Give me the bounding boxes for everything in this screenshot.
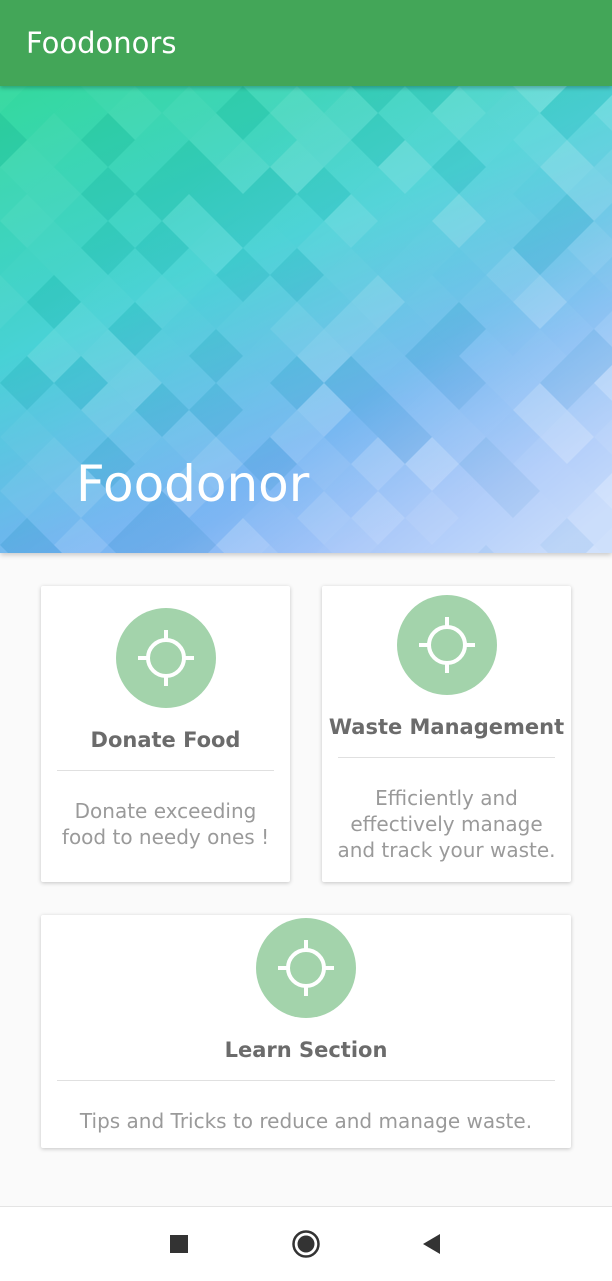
gps-target-icon: [397, 595, 497, 695]
gps-target-icon: [116, 608, 216, 708]
donate-food-description: Donate exceeding food to needy ones !: [61, 799, 270, 849]
donate-food-title: Donate Food: [90, 728, 241, 752]
learn-section-title: Learn Section: [224, 1038, 388, 1062]
back-icon: [423, 1234, 440, 1254]
home-button[interactable]: [289, 1227, 323, 1261]
gps-target-icon: [256, 918, 356, 1018]
learn-section-card[interactable]: Learn Section Tips and Tricks to reduce …: [41, 915, 571, 1148]
home-icon: [292, 1230, 320, 1258]
waste-management-card[interactable]: Waste Management Efficiently and effecti…: [322, 586, 571, 882]
donate-food-card[interactable]: Donate Food Donate exceeding food to nee…: [41, 586, 290, 882]
learn-section-description: Tips and Tricks to reduce and manage was…: [79, 1109, 533, 1133]
system-navigation-bar: [0, 1206, 612, 1281]
app-bar: Foodonors: [0, 0, 612, 86]
back-button[interactable]: [414, 1227, 448, 1261]
app-title: Foodonors: [26, 26, 177, 60]
waste-management-title: Waste Management: [328, 715, 565, 739]
hero-banner: Foodonor: [0, 86, 612, 553]
card-divider: [57, 1080, 555, 1081]
waste-management-description: Efficiently and effectively manage and t…: [337, 786, 556, 862]
recents-button[interactable]: [162, 1227, 196, 1261]
hero-title: Foodonor: [76, 455, 310, 513]
card-divider: [57, 770, 274, 771]
card-divider: [338, 757, 555, 758]
recents-icon: [170, 1235, 188, 1253]
